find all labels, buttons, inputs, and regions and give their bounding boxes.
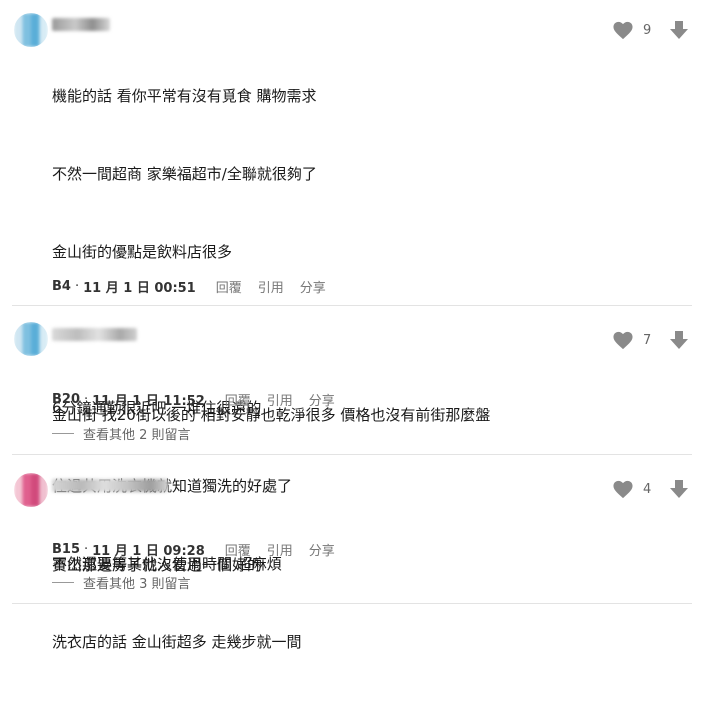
like-count: 9 (643, 22, 652, 38)
username-blurred[interactable] (52, 479, 168, 492)
like-count: 4 (643, 481, 652, 497)
floor-number: B15 (52, 542, 80, 557)
separator-dot: · (84, 542, 89, 557)
quote-button[interactable]: 引用 (258, 277, 284, 296)
reply-button[interactable]: 回覆 (225, 390, 251, 409)
comment-meta: B15 · 11 月 1 日 09:28 回覆 引用 分享 (52, 540, 335, 559)
share-button[interactable]: 分享 (300, 277, 326, 296)
avatar[interactable] (14, 322, 48, 356)
downvote-arrow-icon[interactable] (669, 479, 689, 499)
quote-button[interactable]: 引用 (267, 390, 293, 409)
reply-button[interactable]: 回覆 (225, 540, 251, 559)
comment-text: 寶山那邊房子就沒看過一個好的 (52, 500, 262, 630)
comment-line: 洗衣店的話 金山街超多 走幾步就一間 (52, 633, 302, 651)
replies-line-decoration (52, 582, 74, 583)
comment-meta: B20 · 11 月 1 日 11:52 回覆 引用 分享 (52, 390, 335, 409)
downvote-arrow-icon[interactable] (669, 330, 689, 350)
comment-b20: 金山街 找20街以後的 相對安靜也乾淨很多 價格也沒有前街那麼盤 B20 · 1… (0, 306, 715, 454)
vote-controls: 9 (612, 20, 689, 40)
like-count: 7 (643, 332, 652, 348)
reply-button[interactable]: 回覆 (216, 277, 242, 296)
heart-icon[interactable] (612, 20, 634, 40)
heart-icon[interactable] (612, 479, 634, 499)
vote-controls: 7 (612, 330, 689, 350)
view-more-replies-button[interactable]: 查看其他 3 則留言 (52, 573, 191, 592)
share-button[interactable]: 分享 (309, 390, 335, 409)
floor-number: B4 (52, 279, 71, 294)
more-replies-label: 查看其他 2 則留言 (83, 428, 191, 443)
comment-line: 機能的話 看你平常有沒有覓食 購物需求 (52, 87, 317, 105)
separator-dot: · (74, 279, 80, 294)
comment-b4: 機能的話 看你平常有沒有覓食 購物需求 不然一間超商 家樂福超市/全聯就很夠了 … (0, 0, 715, 651)
comment-line: 不然一間超商 家樂福超市/全聯就很夠了 (52, 165, 317, 183)
replies-line-decoration (52, 433, 74, 434)
avatar[interactable] (14, 473, 48, 507)
comment-meta: B4 · 11 月 1 日 00:51 回覆 引用 分享 (52, 277, 326, 296)
more-replies-label: 查看其他 3 則留言 (83, 577, 191, 592)
separator-dot: · (84, 392, 89, 407)
comment-b15: 寶山那邊房子就沒看過一個好的 B15 · 11 月 1 日 09:28 回覆 引… (0, 455, 715, 603)
timestamp: 11 月 1 日 09:28 (92, 544, 205, 559)
avatar[interactable] (14, 13, 48, 47)
divider (12, 603, 692, 604)
view-more-replies-button[interactable]: 查看其他 2 則留言 (52, 424, 191, 443)
floor-number: B20 (52, 392, 80, 407)
share-button[interactable]: 分享 (309, 540, 335, 559)
quote-button[interactable]: 引用 (267, 540, 293, 559)
username-blurred[interactable] (52, 18, 110, 31)
comment-line: 金山街的優點是飲料店很多 (52, 243, 233, 261)
timestamp: 11 月 1 日 00:51 (83, 281, 196, 296)
username-blurred[interactable] (52, 328, 137, 341)
vote-controls: 4 (612, 479, 689, 499)
timestamp: 11 月 1 日 11:52 (92, 394, 205, 409)
heart-icon[interactable] (612, 330, 634, 350)
downvote-arrow-icon[interactable] (669, 20, 689, 40)
